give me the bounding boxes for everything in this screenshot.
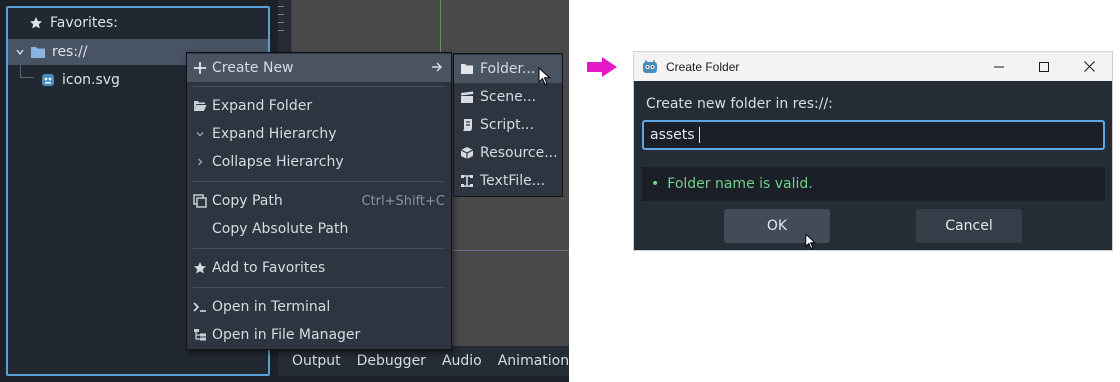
submenu-label: Scene... xyxy=(480,89,537,105)
menu-label: Copy Path xyxy=(212,193,283,209)
minimize-icon xyxy=(994,66,1004,67)
script-icon xyxy=(459,117,475,133)
bottom-panel-tabs: Output Debugger Audio Animation xyxy=(278,346,569,376)
terminal-icon xyxy=(192,299,208,315)
chevron-down-icon[interactable] xyxy=(12,44,28,60)
favorites-label: Favorites: xyxy=(50,15,118,31)
menu-label: Expand Folder xyxy=(212,98,313,114)
submenu-item-textfile[interactable]: TextFile... xyxy=(454,167,562,195)
menu-label: Copy Absolute Path xyxy=(212,221,349,237)
star-icon xyxy=(192,260,208,276)
image-file-icon xyxy=(40,72,56,88)
cube-icon xyxy=(459,145,475,161)
submenu-label: TextFile... xyxy=(480,173,546,189)
folder-icon xyxy=(459,61,475,77)
menu-item-create-new[interactable]: Create New xyxy=(187,54,451,82)
dialog-titlebar[interactable]: Create Folder xyxy=(634,52,1112,81)
folder-name-input[interactable]: assets xyxy=(642,120,1105,150)
clapperboard-icon xyxy=(459,89,475,105)
dialog-title: Create Folder xyxy=(666,59,740,74)
tab-animation[interactable]: Animation xyxy=(498,353,569,369)
input-value: assets xyxy=(650,127,695,143)
menu-label: Open in File Manager xyxy=(212,327,361,343)
godot-app-icon xyxy=(643,60,657,73)
menu-item-collapse-hierarchy[interactable]: Collapse Hierarchy xyxy=(187,148,451,176)
maximize-icon xyxy=(1039,61,1049,72)
star-icon xyxy=(28,15,44,31)
menu-item-open-in-file-manager[interactable]: Open in File Manager xyxy=(187,321,451,349)
create-folder-dialog: Create Folder Create new folder in res:/… xyxy=(633,51,1113,251)
menu-label: Add to Favorites xyxy=(212,260,326,276)
menu-label: Create New xyxy=(212,60,294,76)
menu-label: Expand Hierarchy xyxy=(212,126,337,142)
submenu-item-script[interactable]: Script... xyxy=(454,111,562,139)
menu-item-expand-hierarchy[interactable]: Expand Hierarchy xyxy=(187,120,451,148)
text-file-icon xyxy=(459,173,475,189)
minimize-button[interactable] xyxy=(976,52,1022,81)
cancel-button[interactable]: Cancel xyxy=(916,209,1022,243)
submenu-label: Resource... xyxy=(480,145,558,161)
menu-item-copy-absolute-path[interactable]: Copy Absolute Path xyxy=(187,215,451,243)
chevron-right-icon xyxy=(192,154,208,170)
validation-status: • Folder name is valid. xyxy=(642,167,1105,201)
menu-item-open-in-terminal[interactable]: Open in Terminal xyxy=(187,293,451,321)
close-icon xyxy=(1083,61,1095,72)
shortcut-label: Ctrl+Shift+C xyxy=(361,193,445,209)
tab-debugger[interactable]: Debugger xyxy=(357,353,426,369)
validation-message: Folder name is valid. xyxy=(667,176,813,192)
menu-item-expand-folder[interactable]: Expand Folder xyxy=(187,92,451,120)
copy-icon xyxy=(192,193,208,209)
submenu-label: Script... xyxy=(480,117,534,133)
tab-audio[interactable]: Audio xyxy=(442,353,482,369)
menu-item-add-to-favorites[interactable]: Add to Favorites xyxy=(187,254,451,282)
tab-output[interactable]: Output xyxy=(292,353,341,369)
editor-panel: Favorites: res:// icon.svg Output Debugg… xyxy=(0,0,569,382)
maximize-button[interactable] xyxy=(1021,52,1067,81)
mouse-cursor-icon xyxy=(805,233,816,250)
menu-item-copy-path[interactable]: Copy Path Ctrl+Shift+C xyxy=(187,187,451,215)
tree-row-favorites[interactable]: Favorites: xyxy=(8,10,268,36)
dialog-body: Create new folder in res://: assets • Fo… xyxy=(634,81,1112,250)
menu-label: Collapse Hierarchy xyxy=(212,154,344,170)
submenu-item-scene[interactable]: Scene... xyxy=(454,83,562,111)
menu-label: Open in Terminal xyxy=(212,299,331,315)
plus-icon xyxy=(192,60,208,76)
bullet-icon: • xyxy=(651,176,660,192)
file-tree-icon xyxy=(192,327,208,343)
submenu-label: Folder... xyxy=(480,61,536,77)
folder-icon xyxy=(30,44,46,60)
submenu-item-resource[interactable]: Resource... xyxy=(454,139,562,167)
close-button[interactable] xyxy=(1066,52,1112,81)
folder-open-icon xyxy=(192,98,208,114)
arrow-right-icon xyxy=(431,60,443,76)
dialog-prompt: Create new folder in res://: xyxy=(646,96,833,112)
mouse-cursor-icon xyxy=(538,67,551,86)
file-label: icon.svg xyxy=(62,72,120,88)
root-folder-label: res:// xyxy=(52,44,88,60)
chevron-down-icon xyxy=(192,126,208,142)
context-menu: Create New Expand Folder Expand Hierarch… xyxy=(186,52,452,350)
text-caret xyxy=(698,127,700,143)
arrow-right-icon xyxy=(587,57,617,77)
